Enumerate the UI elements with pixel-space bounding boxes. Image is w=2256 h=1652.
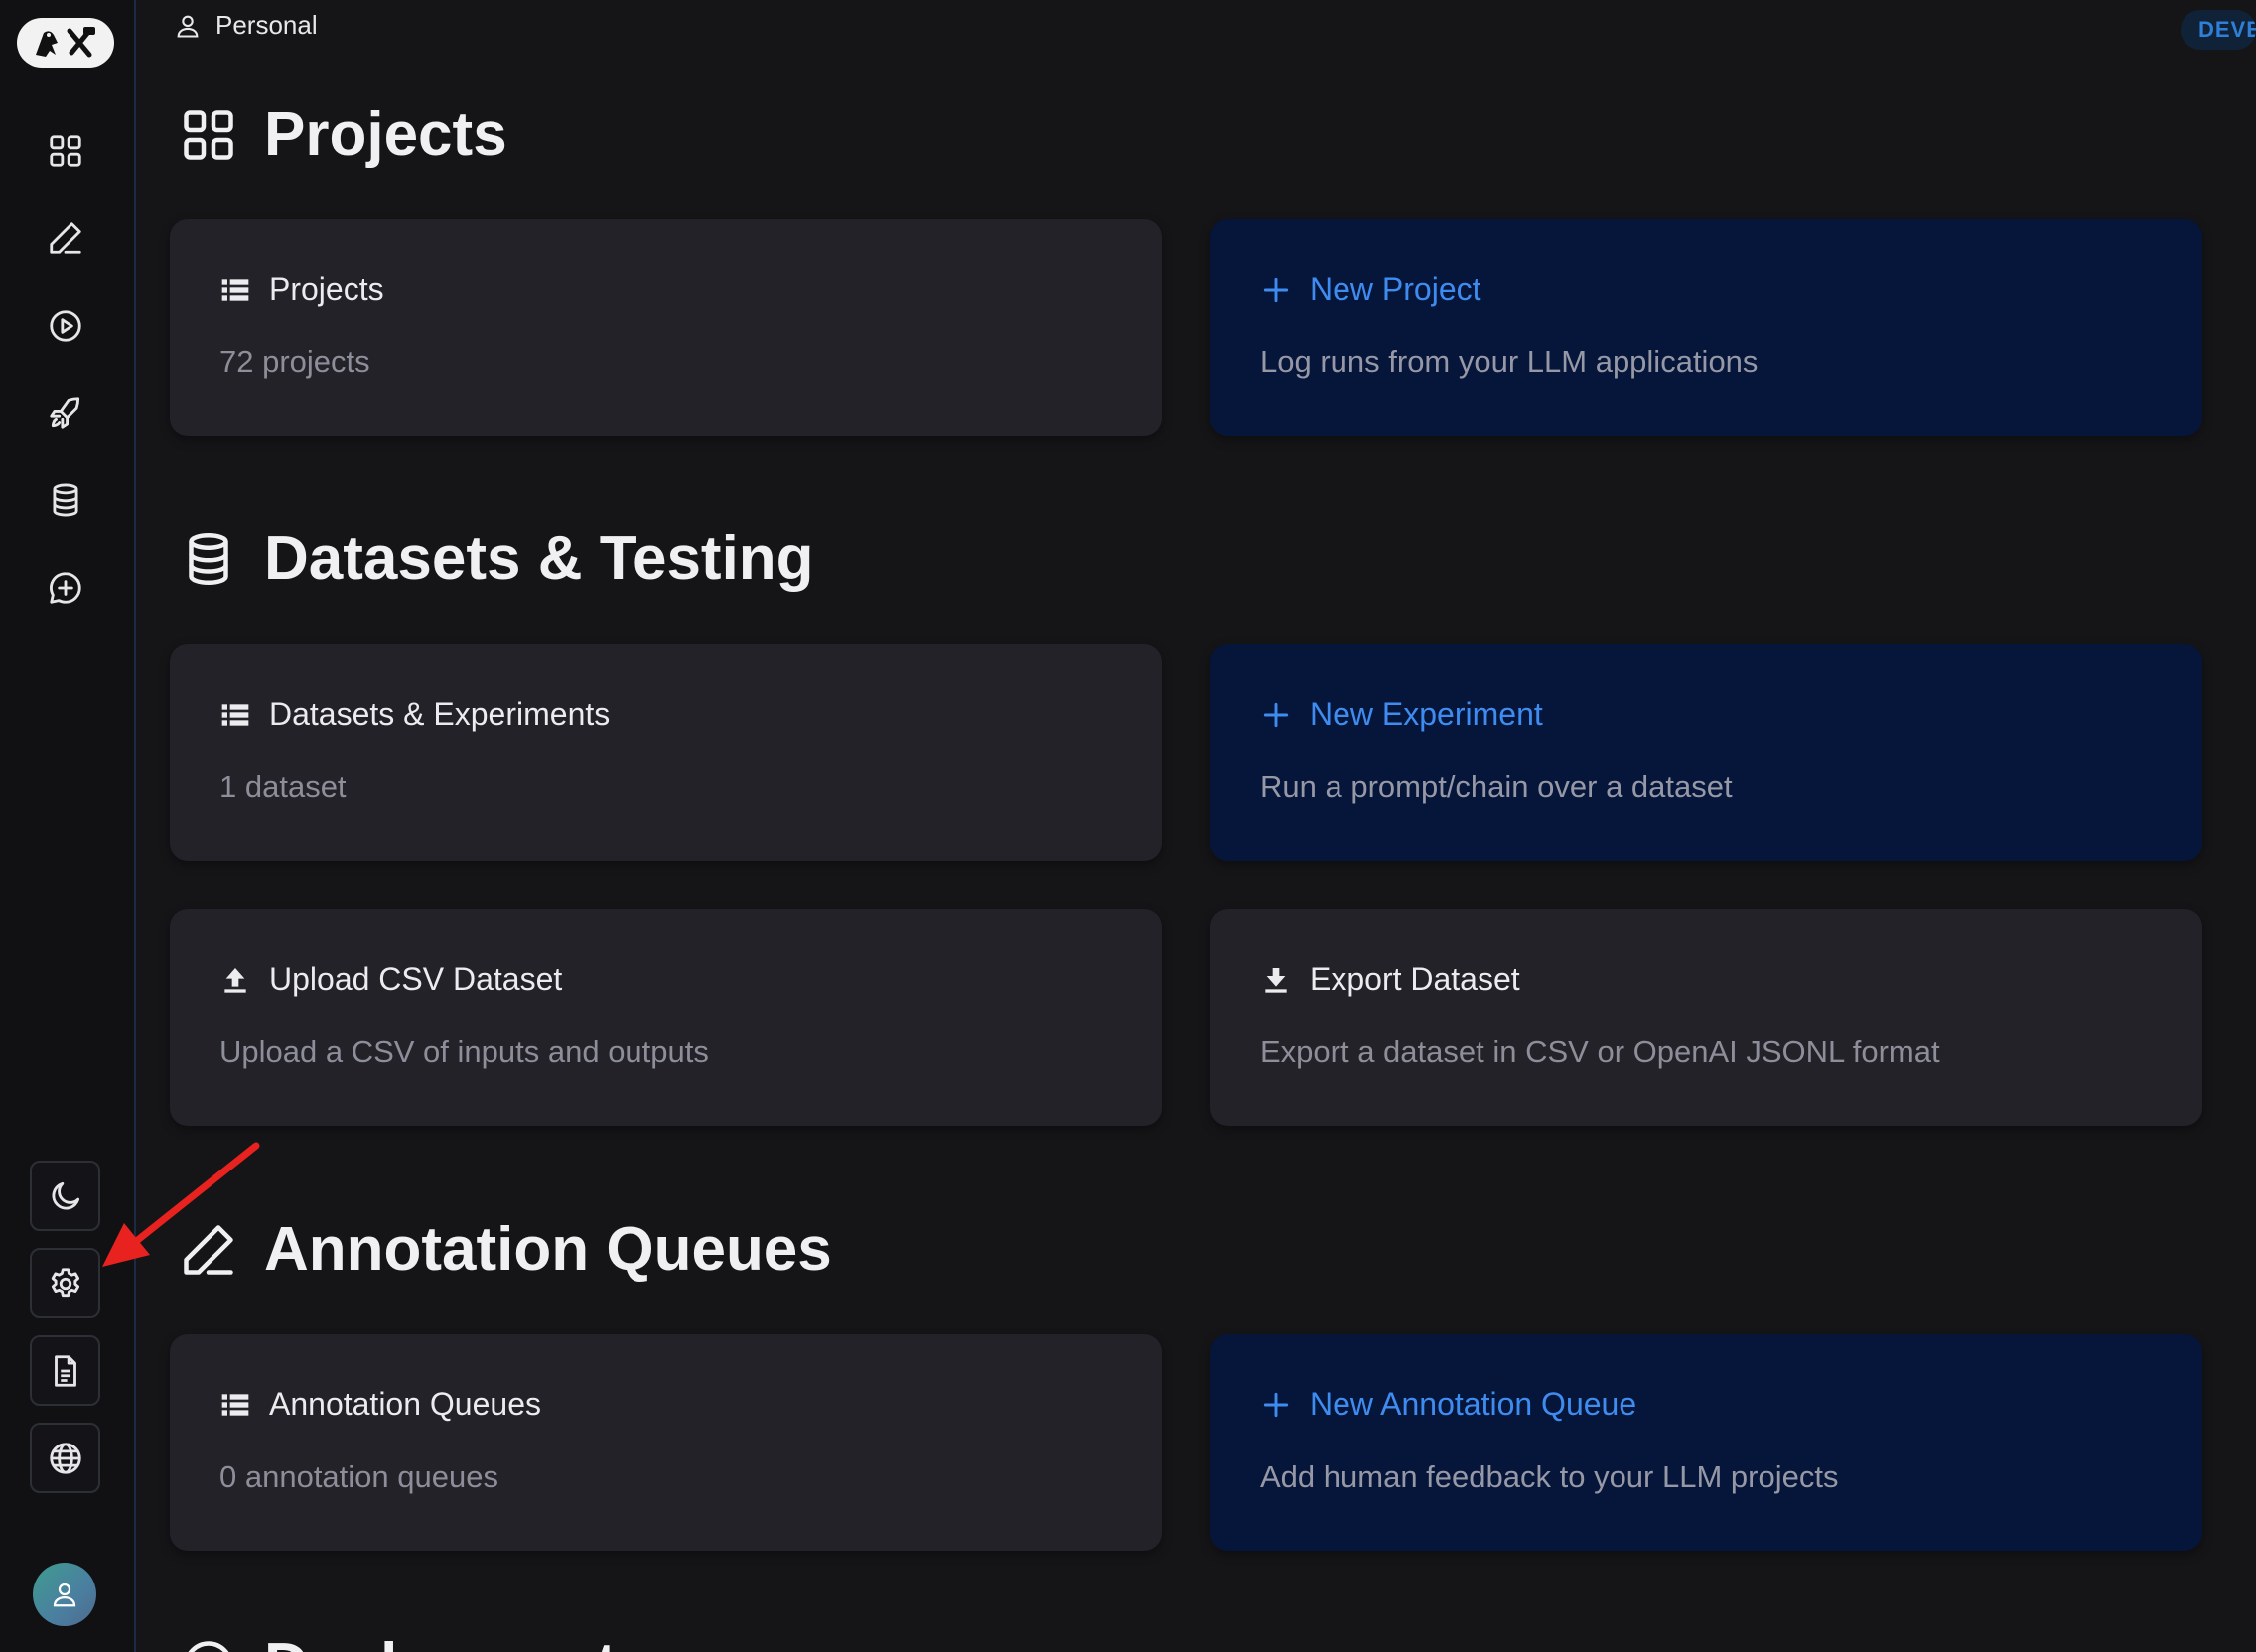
list-icon <box>221 1393 249 1416</box>
nav-chat-button[interactable] <box>38 560 93 616</box>
environment-badge: DEVE <box>2181 10 2256 50</box>
logo-parrot-tools-icon <box>36 27 95 58</box>
language-button[interactable] <box>30 1423 100 1493</box>
dashboard-icon <box>50 135 81 167</box>
sidebar <box>0 0 136 1652</box>
database-icon <box>189 532 228 585</box>
new-annotation-queue-card[interactable]: New Annotation Queue Add human feedback … <box>1210 1334 2202 1551</box>
card-header: Projects <box>219 271 384 308</box>
workspace-selector[interactable]: Personal <box>174 10 318 41</box>
theme-toggle-button[interactable] <box>30 1161 100 1231</box>
card-header: New Experiment <box>1260 696 1543 733</box>
plus-icon <box>1263 1392 1289 1417</box>
section-title-projects: Projects <box>179 99 507 170</box>
list-icon <box>221 703 249 726</box>
card-header: Export Dataset <box>1260 961 1520 998</box>
pencil-icon <box>50 222 81 254</box>
new-experiment-card[interactable]: New Experiment Run a prompt/chain over a… <box>1210 644 2202 861</box>
section-title-datasets: Datasets & Testing <box>179 523 814 594</box>
nav-deployments-button[interactable] <box>38 385 93 441</box>
documentation-button[interactable] <box>30 1335 100 1406</box>
card-subtitle: 1 dataset <box>219 769 347 804</box>
upload-csv-card[interactable]: Upload CSV Dataset Upload a CSV of input… <box>170 909 1162 1126</box>
document-icon <box>54 1354 76 1387</box>
settings-button[interactable] <box>30 1248 100 1318</box>
section-title-text: Annotation Queues <box>264 1215 832 1284</box>
rocket-icon <box>50 397 80 429</box>
card-subtitle: Log runs from your LLM applications <box>1260 344 1759 379</box>
nav-dashboard-button[interactable] <box>38 123 93 179</box>
projects-card[interactable]: Projects 72 projects <box>170 219 1162 436</box>
export-dataset-card[interactable]: Export Dataset Export a dataset in CSV o… <box>1210 909 2202 1126</box>
card-title: Datasets & Experiments <box>269 696 611 732</box>
card-title: Export Dataset <box>1310 961 1520 997</box>
gear-icon <box>51 1267 79 1297</box>
datasets-card[interactable]: Datasets & Experiments 1 dataset <box>170 644 1162 861</box>
annotation-queues-card[interactable]: Annotation Queues 0 annotation queues <box>170 1334 1162 1551</box>
nav-playground-button[interactable] <box>38 298 93 353</box>
card-subtitle: Add human feedback to your LLM projects <box>1260 1459 1839 1494</box>
card-subtitle: Export a dataset in CSV or OpenAI JSONL … <box>1260 1034 1940 1069</box>
moon-icon <box>52 1181 79 1209</box>
card-subtitle: Upload a CSV of inputs and outputs <box>219 1034 709 1069</box>
database-icon <box>53 483 78 517</box>
card-subtitle: 72 projects <box>219 344 370 379</box>
card-title: Annotation Queues <box>269 1386 541 1422</box>
workspace-label: Personal <box>215 10 318 40</box>
annotation-arrow-icon <box>102 1142 260 1267</box>
plus-icon <box>1263 702 1289 727</box>
play-circle-icon <box>188 1640 229 1652</box>
user-avatar[interactable] <box>33 1563 96 1626</box>
card-title: Upload CSV Dataset <box>269 961 563 997</box>
card-header: Annotation Queues <box>219 1386 541 1423</box>
section-title-deployments: Deployments <box>179 1630 650 1652</box>
card-title: New Annotation Queue <box>1310 1386 1637 1422</box>
section-title-annotation: Annotation Queues <box>179 1214 832 1285</box>
upload-icon <box>224 967 246 993</box>
play-circle-icon <box>50 310 81 342</box>
card-header: Datasets & Experiments <box>219 696 610 733</box>
download-icon <box>1265 967 1287 993</box>
list-icon <box>221 278 249 301</box>
user-outline-icon <box>177 15 199 38</box>
card-subtitle: 0 annotation queues <box>219 1459 498 1494</box>
plus-icon <box>1263 277 1289 302</box>
section-title-text: Projects <box>264 100 507 169</box>
card-header: New Annotation Queue <box>1260 1386 1636 1423</box>
section-title-text: Datasets & Testing <box>264 524 814 593</box>
globe-icon <box>49 1442 81 1474</box>
card-header: New Project <box>1260 271 1481 308</box>
section-title-text: Deployments <box>264 1630 650 1652</box>
chat-plus-icon <box>50 572 81 604</box>
card-title: Projects <box>269 271 384 307</box>
app-logo[interactable] <box>17 18 114 68</box>
card-title: New Project <box>1310 271 1481 307</box>
card-subtitle: Run a prompt/chain over a dataset <box>1260 769 1733 804</box>
new-project-card[interactable]: New Project Log runs from your LLM appli… <box>1210 219 2202 436</box>
nav-datasets-button[interactable] <box>38 473 93 528</box>
nav-annotate-button[interactable] <box>38 210 93 266</box>
card-header: Upload CSV Dataset <box>219 961 562 998</box>
dashboard-icon <box>184 109 233 160</box>
card-title: New Experiment <box>1310 696 1543 732</box>
user-icon <box>53 1583 76 1607</box>
